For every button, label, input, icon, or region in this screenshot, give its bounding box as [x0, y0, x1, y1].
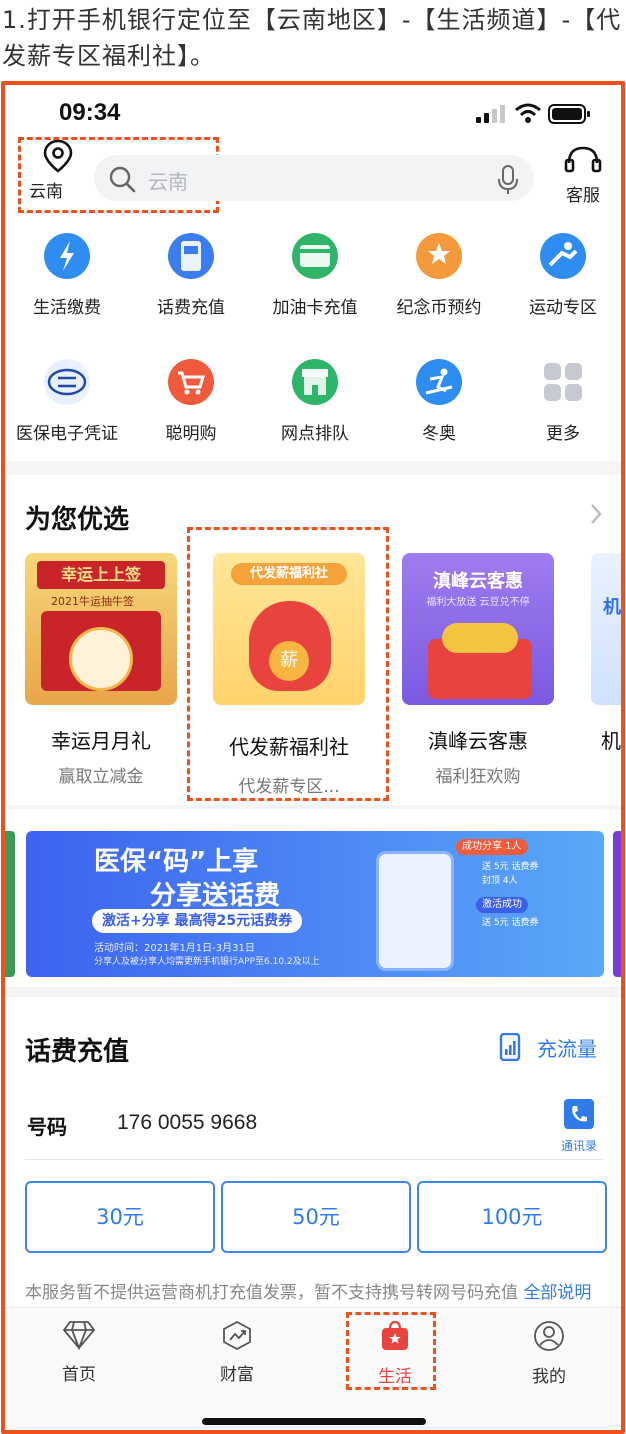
microphone-icon[interactable] — [498, 165, 518, 195]
divider — [25, 1159, 603, 1160]
phone-bill-icon — [168, 233, 214, 279]
service-label: 生活缴费 — [33, 298, 101, 318]
banner-terms: 分享人及被分享人均需更新手机银行APP至6.10.2及以上 — [94, 957, 320, 967]
phone-recharge-section: 话费充值 充流量 号码 176 0055 9668 通讯录 30元 50元 10… — [5, 997, 621, 1337]
banner-headline: 医保“码”上享 — [94, 847, 259, 877]
data-recharge-label: 充流量 — [537, 1037, 597, 1061]
recommended-title: 为您优选 — [25, 505, 130, 535]
amount-option-30[interactable]: 30元 — [25, 1181, 215, 1253]
promo-title: 幸运月月礼 — [51, 729, 151, 753]
promo-subtitle: 赢取立减金 — [58, 767, 144, 787]
amount-option-100[interactable]: 100元 — [417, 1181, 607, 1253]
service-item[interactable]: 纪念币预约 — [377, 233, 501, 318]
service-item[interactable]: 运动专区 — [501, 233, 621, 318]
banner-period: 活动时间：2021年1月1日-3月31日 — [94, 943, 255, 954]
service-item[interactable]: 生活缴费 — [5, 233, 129, 318]
ski-icon — [416, 359, 462, 405]
signal-icon — [476, 105, 505, 123]
chevron-right-icon[interactable] — [589, 503, 603, 525]
status-time: 09:34 — [59, 99, 121, 126]
service-label: 聪明购 — [165, 424, 217, 444]
top-bar: 云南 云南 客服 — [5, 131, 621, 219]
tab-home[interactable]: 首页 — [29, 1320, 129, 1385]
number-label: 号码 — [27, 1115, 67, 1139]
battery-icon — [548, 104, 590, 124]
service-grid: 生活缴费 话费充值 加油卡充值 纪念币预约 运动专区医保电子凭证 聪明购 网点排队 冬奥 更多 — [5, 219, 621, 461]
service-item[interactable]: 冬奥 — [377, 359, 501, 444]
service-label: 纪念币预约 — [396, 298, 482, 318]
phone-number-field[interactable]: 176 0055 9668 — [117, 1111, 257, 1135]
home-indicator — [202, 1418, 426, 1425]
tab-mine[interactable]: 我的 — [499, 1320, 599, 1387]
promo-title: 滇峰云客惠 — [428, 729, 528, 753]
amount-option-50[interactable]: 50元 — [221, 1181, 411, 1253]
address-book-icon — [564, 1099, 594, 1129]
promo-title: 机 — [601, 729, 621, 753]
promo-image-partial: 机 — [591, 553, 621, 705]
tab-wealth[interactable]: 财富 — [187, 1320, 287, 1385]
coin-star-icon — [416, 233, 462, 279]
service-label: 网点排队 — [281, 424, 349, 444]
highlight-box-salary — [187, 527, 389, 801]
banner-phone-illustration — [376, 851, 454, 971]
tab-label: 我的 — [532, 1367, 566, 1387]
service-label: 运动专区 — [529, 298, 597, 318]
more-grid-icon — [540, 359, 586, 405]
search-placeholder: 云南 — [148, 170, 188, 194]
cart-icon — [168, 359, 214, 405]
phone-screen: 09:34 云南 云南 客服 生活缴费 话费充值 加油卡充值 纪念币预约 运动专… — [1, 81, 625, 1434]
user-icon — [534, 1321, 564, 1351]
store-icon — [292, 359, 338, 405]
promo-image-dianfeng: 滇峰云客惠 福利大放送 云豆兑不停 — [402, 553, 554, 705]
headset-icon — [564, 146, 602, 173]
bottom-tab-bar: 首页 财富 生活 我的 — [5, 1307, 621, 1430]
service-item[interactable]: 网点排队 — [253, 359, 377, 444]
chs-icon — [44, 359, 90, 405]
search-icon — [109, 166, 136, 193]
instruction-caption: 1.打开手机银行定位至【云南地区】-【生活频道】-【代发薪专区福利社】。 — [2, 6, 622, 70]
status-bar: 09:34 — [5, 85, 621, 131]
full-description-link[interactable]: 全部说明 — [523, 1283, 591, 1303]
contacts-label: 通讯录 — [560, 1139, 597, 1153]
contacts-button[interactable]: 通讯录 — [557, 1097, 601, 1154]
tab-label: 财富 — [220, 1365, 254, 1385]
banner-subheadline: 分享送话费 — [150, 881, 281, 911]
promo-image-lucky: 幸运上上签 2021牛运抽牛签 — [25, 553, 177, 705]
tab-label: 首页 — [62, 1365, 96, 1385]
lightning-icon — [44, 233, 90, 279]
wifi-icon — [515, 103, 541, 123]
search-input[interactable]: 云南 — [94, 155, 534, 201]
banner-tag-activate: 激活成功 — [476, 897, 528, 913]
data-recharge-link[interactable]: 充流量 — [499, 1032, 597, 1065]
recharge-title: 话费充值 — [25, 1037, 130, 1067]
service-item[interactable]: 更多 — [501, 359, 621, 444]
service-item[interactable]: 聪明购 — [129, 359, 253, 444]
customer-service-label: 客服 — [566, 186, 600, 206]
service-label: 加油卡充值 — [272, 298, 358, 318]
service-item[interactable]: 医保电子凭证 — [5, 359, 129, 444]
promo-subtitle: 福利狂欢购 — [435, 767, 521, 787]
service-label: 冬奥 — [422, 424, 456, 444]
wealth-chart-icon — [223, 1320, 251, 1351]
sport-icon — [540, 233, 586, 279]
customer-service-button[interactable]: 客服 — [557, 145, 609, 206]
service-item[interactable]: 话费充值 — [129, 233, 253, 318]
service-item[interactable]: 加油卡充值 — [253, 233, 377, 318]
service-label: 更多 — [546, 424, 580, 444]
service-label: 医保电子凭证 — [16, 424, 118, 444]
promo-card-partial[interactable]: 机 机 — [591, 553, 621, 754]
medical-insurance-banner[interactable]: 医保“码”上享 分享送话费 激活+分享 最高得25元话费券 活动时间：2021年… — [26, 831, 604, 977]
data-usage-icon — [499, 1032, 521, 1062]
banner-offer: 激活+分享 最高得25元话费券 — [92, 909, 303, 933]
fuel-card-icon — [292, 233, 338, 279]
diamond-icon — [62, 1321, 96, 1351]
promo-card-lucky[interactable]: 幸运上上签 2021牛运抽牛签 幸运月月礼 赢取立减金 — [25, 553, 177, 787]
service-label: 话费充值 — [157, 298, 225, 318]
banner-tag-share: 成功分享 1人 — [456, 839, 528, 855]
promo-card-dianfeng[interactable]: 滇峰云客惠 福利大放送 云豆兑不停 滇峰云客惠 福利狂欢购 — [402, 553, 554, 787]
highlight-box-life-tab — [346, 1312, 436, 1390]
banner-section: 医保“码”上享 分享送话费 激活+分享 最高得25元话费券 活动时间：2021年… — [5, 809, 621, 987]
